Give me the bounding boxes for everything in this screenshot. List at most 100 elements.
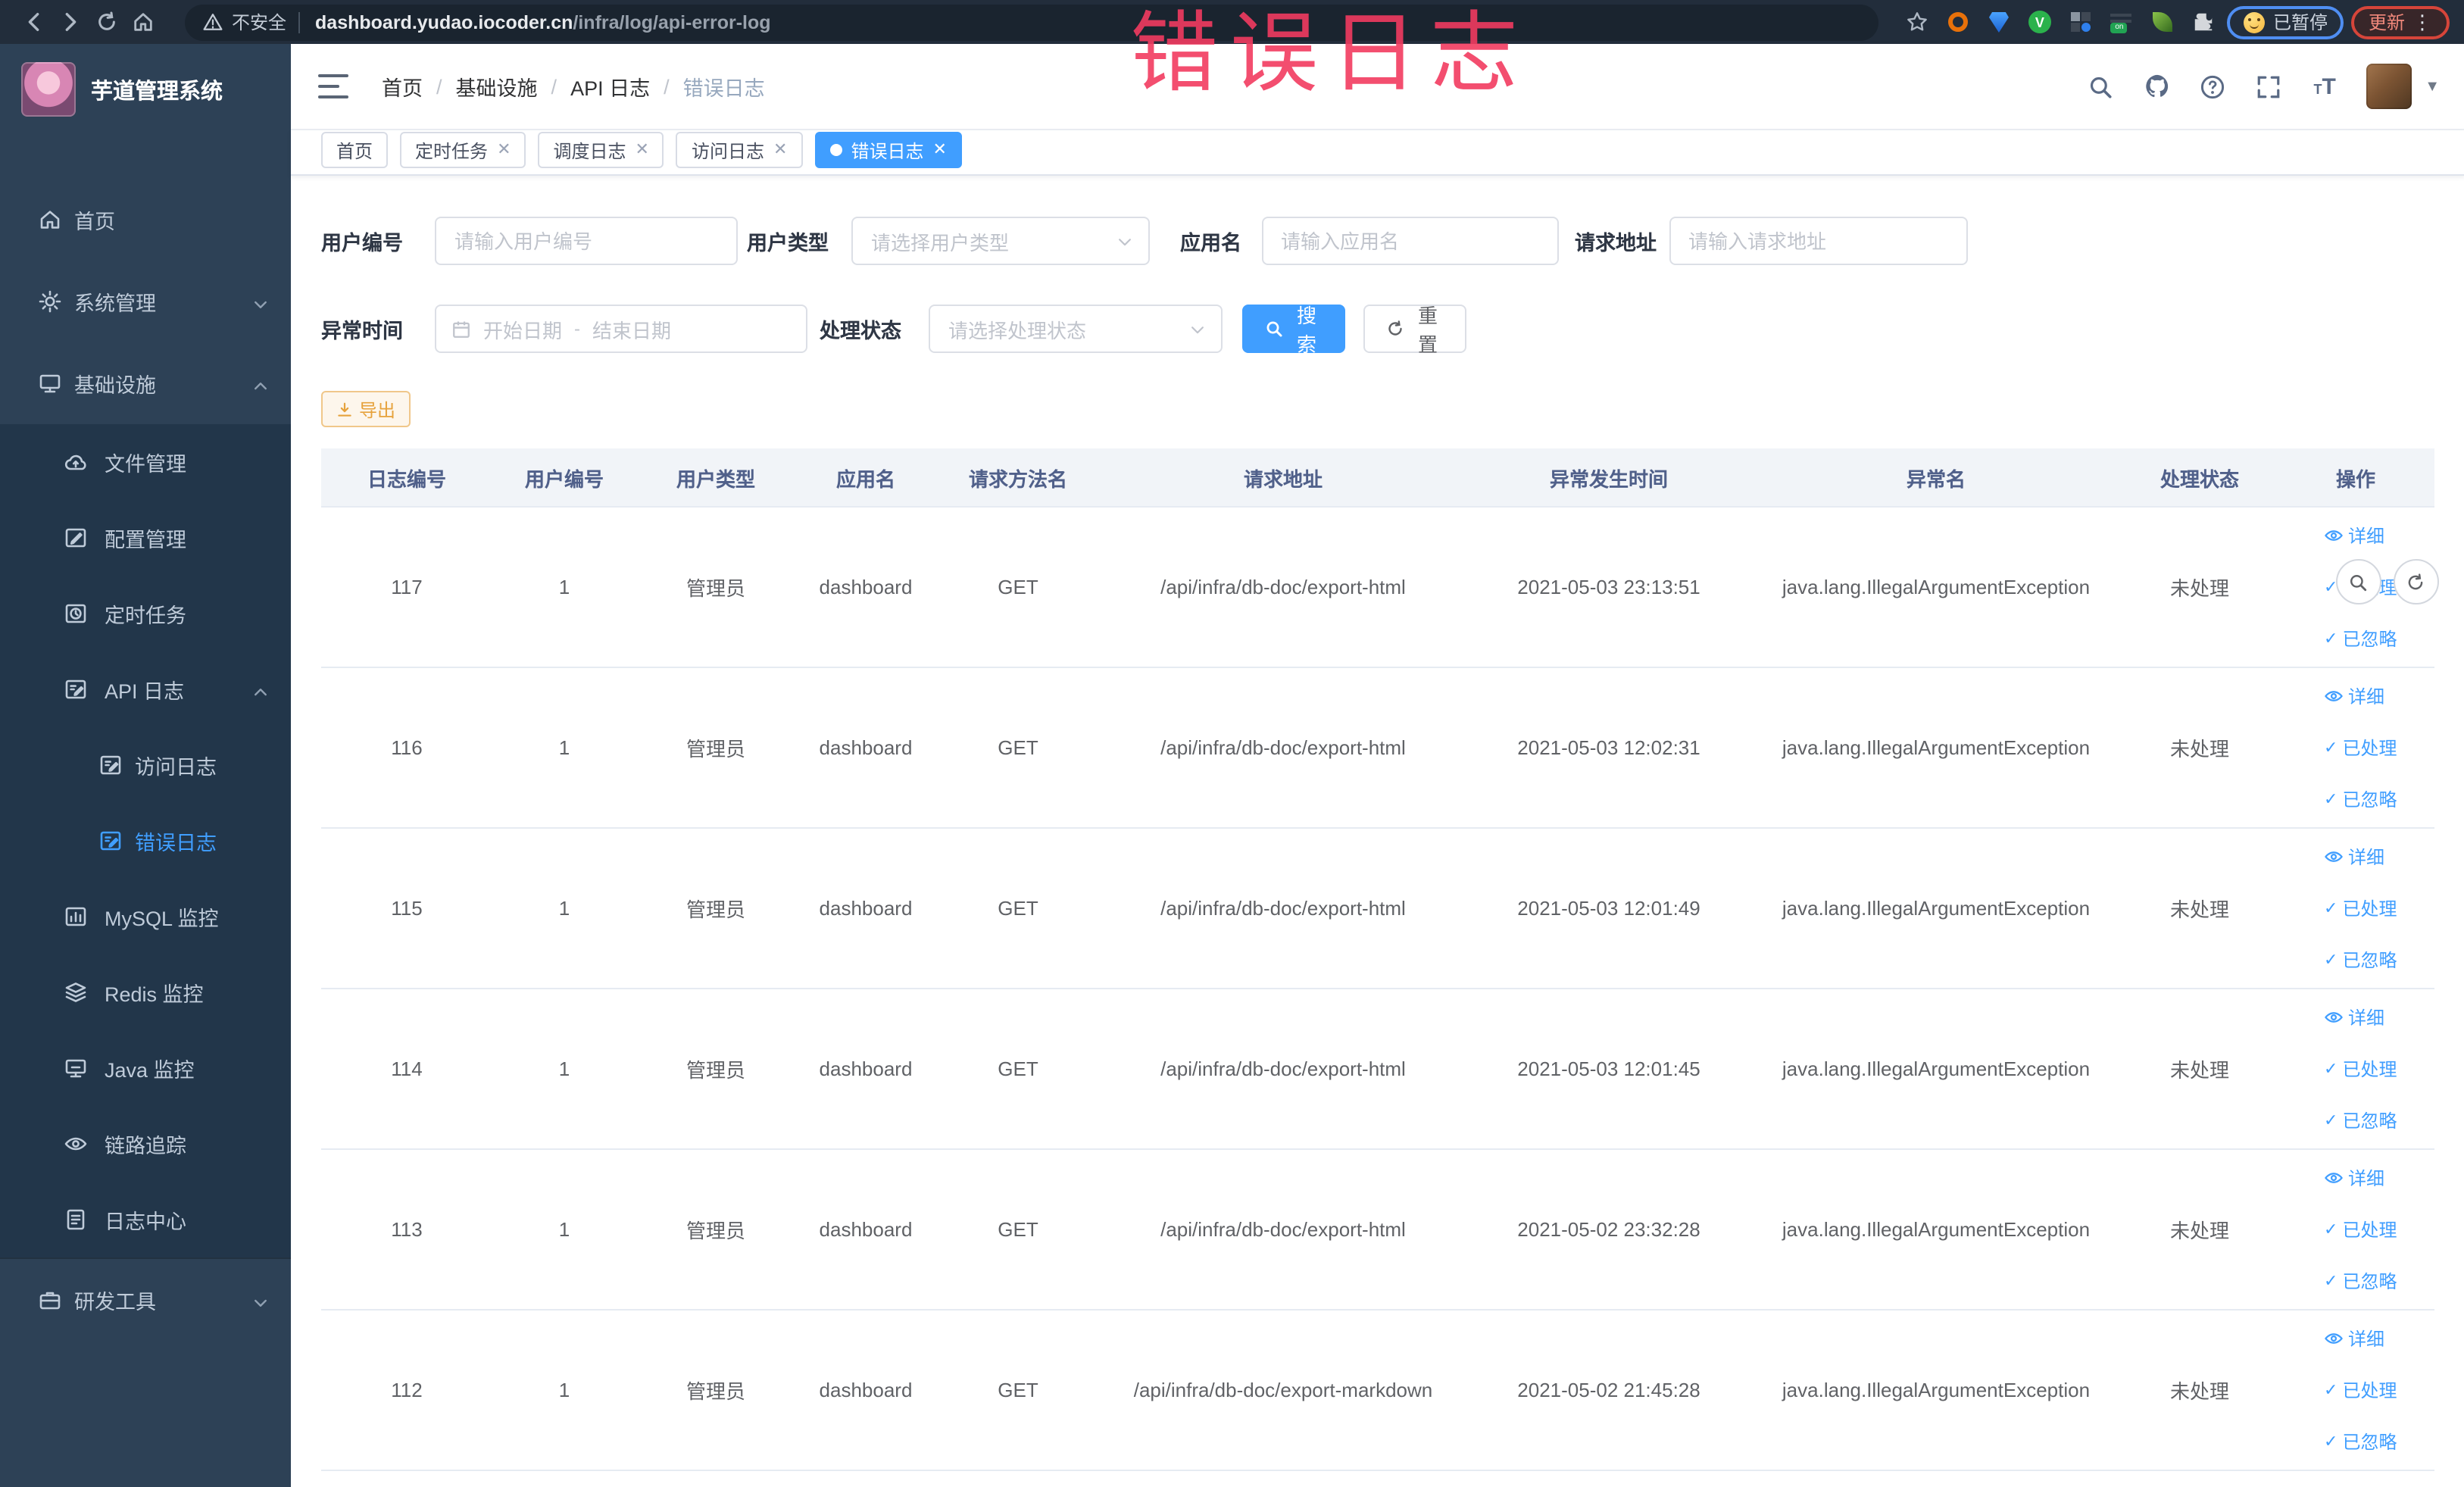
extensions-puzzle-icon[interactable]: [2187, 5, 2220, 39]
sidebar-item-11[interactable]: Java 监控: [0, 1030, 291, 1106]
detail-link[interactable]: 详细: [2324, 686, 2384, 707]
processed-link[interactable]: ✓已处理: [2324, 898, 2397, 919]
sidebar-item-4[interactable]: 配置管理: [0, 500, 291, 576]
breadcrumb-item-0[interactable]: 首页: [382, 71, 423, 102]
detail-link[interactable]: 详细: [2324, 1007, 2384, 1028]
sidebar-item-14[interactable]: 研发工具: [0, 1257, 291, 1341]
toggle-search-icon-button[interactable]: [2335, 559, 2381, 604]
browser-back-icon[interactable]: [15, 4, 52, 40]
processed-link[interactable]: ✓已处理: [2324, 737, 2397, 758]
ignored-link[interactable]: ✓ 已忽略: [2324, 1110, 2397, 1131]
breadcrumb-item-2[interactable]: API 日志: [570, 71, 650, 102]
detail-link[interactable]: 详细: [2324, 525, 2384, 546]
java-monitor-icon: [64, 1056, 88, 1080]
address-bar[interactable]: 不安全 dashboard.yudao.iocoder.cn/infra/log…: [185, 4, 1879, 40]
user-menu-caret-icon[interactable]: ▼: [2425, 78, 2440, 95]
tab-close-icon[interactable]: ✕: [773, 141, 787, 158]
user-avatar[interactable]: [2366, 64, 2412, 109]
sidebar-item-10[interactable]: Redis 监控: [0, 954, 291, 1030]
browser-update-button[interactable]: 更新 ⋮: [2351, 5, 2449, 39]
paused-status-chip[interactable]: 已暂停: [2227, 5, 2344, 39]
tab-close-icon[interactable]: ✕: [497, 141, 511, 158]
tab-close-icon[interactable]: ✕: [932, 141, 946, 158]
sidebar-item-7[interactable]: 访问日志: [0, 727, 291, 803]
github-icon[interactable]: [2141, 71, 2172, 102]
user-type-select[interactable]: 请选择用户类型: [851, 217, 1150, 265]
reset-button[interactable]: 重置: [1363, 305, 1466, 356]
cell-user-id: 1: [558, 576, 570, 598]
check-icon: ✓: [2324, 1220, 2338, 1239]
process-status-select[interactable]: 请选择处理状态: [929, 305, 1223, 353]
browser-forward-icon[interactable]: [52, 4, 88, 40]
sidebar-item-5[interactable]: 定时任务: [0, 576, 291, 651]
cell-exception-name: java.lang.IllegalArgumentException: [1782, 1218, 2091, 1241]
exception-time-range-picker[interactable]: 开始日期 - 结束日期: [435, 305, 807, 353]
tab-close-icon[interactable]: ✕: [636, 141, 649, 158]
processed-link[interactable]: ✓已处理: [2324, 1058, 2397, 1079]
sidebar-item-9[interactable]: MySQL 监控: [0, 879, 291, 954]
cell-method: GET: [998, 1379, 1038, 1401]
sidebar-item-0[interactable]: 首页: [0, 179, 291, 261]
tab-2[interactable]: 调度日志 ✕: [538, 132, 664, 168]
request-url-input[interactable]: [1669, 217, 1967, 265]
bookmark-star-icon[interactable]: [1900, 5, 1934, 39]
security-label: 不安全: [232, 12, 287, 33]
extension-orange-ring-icon[interactable]: [1941, 5, 1975, 39]
sidebar-item-13[interactable]: 日志中心: [0, 1182, 291, 1257]
refresh-table-icon-button[interactable]: [2393, 559, 2438, 604]
browser-reload-icon[interactable]: [88, 4, 124, 40]
detail-link[interactable]: 详细: [2324, 846, 2384, 867]
extension-on-toggle-icon[interactable]: on: [2105, 5, 2138, 39]
search-button[interactable]: 搜索: [1242, 305, 1345, 356]
help-icon[interactable]: [2197, 71, 2228, 102]
ignored-link[interactable]: ✓ 已忽略: [2324, 1270, 2397, 1292]
browser-menu-icon[interactable]: ⋮: [2412, 12, 2432, 32]
app-logo-row[interactable]: 芋道管理系统: [0, 44, 291, 135]
font-size-icon[interactable]: TT: [2309, 71, 2340, 102]
cell-method: GET: [998, 897, 1038, 920]
processed-link[interactable]: ✓已处理: [2324, 1379, 2397, 1401]
tab-3[interactable]: 访问日志 ✕: [676, 132, 803, 168]
ignored-link[interactable]: ✓ 已忽略: [2324, 949, 2397, 970]
extension-blue-shield-icon[interactable]: [1982, 5, 2016, 39]
export-button[interactable]: 导出: [321, 391, 411, 427]
breadcrumb: 首页 / 基础设施 / API 日志 / 错误日志: [382, 71, 765, 102]
sidebar-item-1[interactable]: 系统管理: [0, 261, 291, 342]
table-toolbar: 导出: [321, 391, 2434, 427]
breadcrumb-item-1[interactable]: 基础设施: [456, 71, 538, 102]
extension-grid-icon[interactable]: [2064, 5, 2097, 39]
action-label: 详细: [2348, 846, 2385, 867]
sidebar-item-label: 研发工具: [74, 1291, 156, 1314]
check-icon: ✓: [2324, 1111, 2338, 1129]
sidebar-item-12[interactable]: 链路追踪: [0, 1106, 291, 1182]
detail-link[interactable]: 详细: [2324, 1167, 2384, 1189]
sidebar-item-8[interactable]: 错误日志: [0, 803, 291, 879]
extension-leaf-icon[interactable]: [2146, 5, 2179, 39]
sidebar-item-2[interactable]: 基础设施: [0, 342, 291, 424]
sidebar-item-3[interactable]: 文件管理: [0, 424, 291, 500]
exception-time-label: 异常时间: [321, 320, 403, 342]
ignored-link[interactable]: ✓ 已忽略: [2324, 628, 2397, 649]
app-name-input[interactable]: [1261, 217, 1558, 265]
user-id-input[interactable]: [435, 217, 738, 265]
extension-green-v-icon[interactable]: V: [2023, 5, 2056, 39]
detail-link[interactable]: 详细: [2324, 1328, 2384, 1349]
ignored-link[interactable]: ✓ 已忽略: [2324, 1431, 2397, 1452]
sidebar-collapse-icon[interactable]: [318, 74, 348, 98]
omnibox-divider: [298, 11, 301, 33]
browser-home-icon[interactable]: [124, 4, 161, 40]
cell-user-id: 1: [558, 1218, 570, 1241]
tab-4[interactable]: 错误日志 ✕: [814, 132, 962, 168]
tab-0[interactable]: 首页: [321, 132, 389, 168]
cell-status: 未处理: [2169, 738, 2229, 761]
layers-icon: [64, 980, 88, 1004]
search-icon[interactable]: [2085, 71, 2116, 102]
ignored-link[interactable]: ✓ 已忽略: [2324, 789, 2397, 810]
sidebar-item-6[interactable]: API 日志: [0, 651, 291, 727]
tab-1[interactable]: 定时任务 ✕: [400, 132, 526, 168]
cell-log-id: 113: [391, 1218, 423, 1241]
table-header-row: 日志编号 用户编号 用户类型 应用名 请求方法名 请求地址 异常发生时间 异常名 处理状态 操作: [321, 448, 2434, 508]
processed-link[interactable]: ✓已处理: [2324, 1219, 2397, 1240]
fullscreen-icon[interactable]: [2253, 71, 2284, 102]
cell-user-type: 管理员: [685, 1220, 745, 1242]
